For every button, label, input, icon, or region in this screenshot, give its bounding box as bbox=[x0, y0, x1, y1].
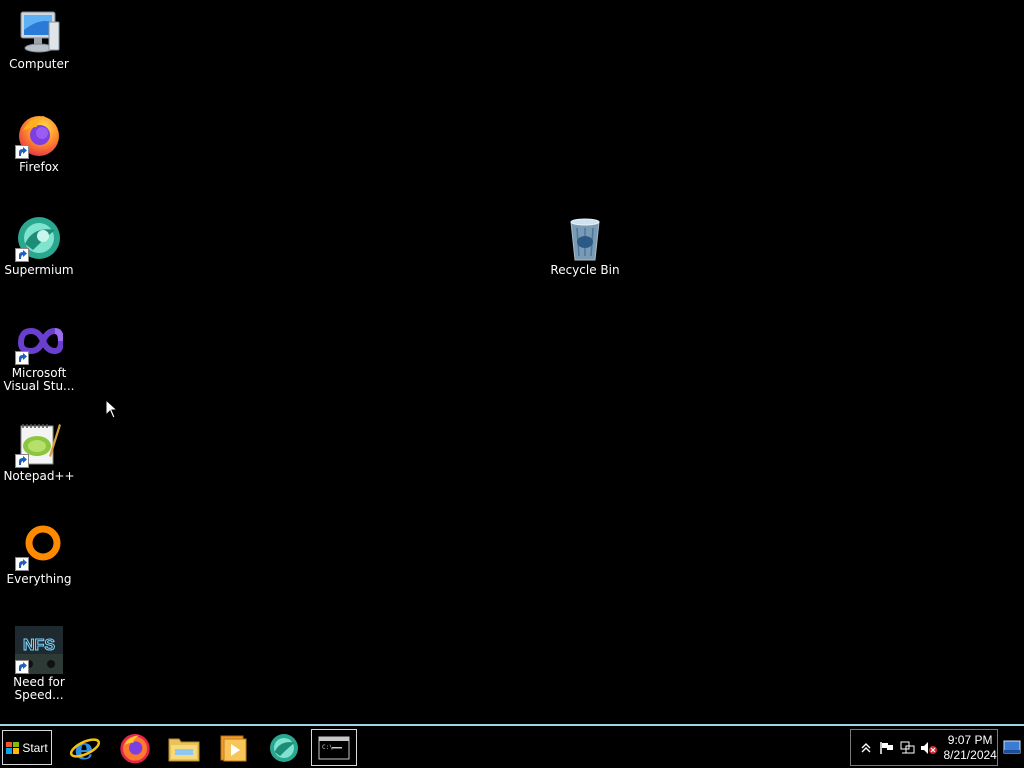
shortcut-arrow-icon bbox=[15, 248, 29, 262]
taskbar-command-prompt[interactable]: C:\ bbox=[311, 729, 357, 766]
supermium-icon bbox=[270, 733, 298, 762]
desktop-icon-label: Notepad++ bbox=[3, 469, 75, 483]
taskbar-file-explorer[interactable] bbox=[161, 729, 207, 766]
file-explorer-icon bbox=[168, 738, 200, 761]
taskbar-supermium[interactable] bbox=[261, 729, 307, 766]
windows-logo-icon bbox=[6, 741, 20, 754]
taskbar: Start e C:\ 9:07 PM 8/21/2024 bbox=[0, 724, 1024, 768]
command-prompt-icon: C:\ bbox=[318, 736, 350, 759]
shortcut-arrow-icon bbox=[15, 145, 29, 159]
mouse-cursor-icon bbox=[105, 398, 119, 423]
internet-explorer-icon: e bbox=[69, 732, 101, 764]
desktop-icon-firefox[interactable]: Firefox bbox=[1, 111, 77, 174]
desktop-icon-label: Supermium bbox=[4, 263, 74, 277]
shortcut-arrow-icon bbox=[15, 351, 29, 365]
action-center-flag-icon[interactable] bbox=[876, 738, 897, 758]
shortcut-arrow-icon bbox=[15, 557, 29, 571]
desktop-icon-label: Computer bbox=[9, 57, 69, 71]
desktop-icon-visual-studio[interactable]: Microsoft Visual Stu... bbox=[1, 317, 77, 393]
clock[interactable]: 9:07 PM 8/21/2024 bbox=[943, 733, 997, 763]
computer-icon bbox=[15, 8, 63, 56]
volume-muted-icon[interactable] bbox=[918, 738, 939, 758]
desktop-icon-label: Everything bbox=[6, 572, 72, 586]
supermium-icon bbox=[15, 214, 63, 262]
shortcut-arrow-icon bbox=[15, 660, 29, 674]
show-hidden-icons-chevron-icon[interactable] bbox=[855, 738, 876, 758]
desktop-icon-label: Microsoft Visual Stu... bbox=[3, 366, 75, 393]
firefox-icon bbox=[120, 733, 150, 763]
desktop-icon-computer[interactable]: Computer bbox=[1, 8, 77, 71]
desktop-icon-label: Need for Speed... bbox=[13, 675, 65, 702]
taskbar-internet-explorer[interactable]: e bbox=[62, 729, 108, 766]
desktop-icon-label: Firefox bbox=[19, 160, 59, 174]
start-button[interactable]: Start bbox=[2, 730, 52, 765]
taskbar-firefox[interactable] bbox=[112, 729, 158, 766]
desktop-icon-recycle-bin[interactable]: Recycle Bin bbox=[547, 214, 623, 277]
clock-date: 8/21/2024 bbox=[943, 747, 997, 762]
desktop-icon-label: Recycle Bin bbox=[550, 263, 620, 277]
notepad-plus-plus-icon bbox=[15, 420, 63, 468]
clock-time: 9:07 PM bbox=[947, 732, 993, 747]
visual-studio-icon bbox=[15, 317, 65, 365]
svg-text:C:\: C:\ bbox=[322, 744, 333, 751]
firefox-icon bbox=[15, 111, 63, 159]
show-desktop-button[interactable] bbox=[1002, 732, 1022, 762]
desktop-icon-supermium[interactable]: Supermium bbox=[1, 214, 77, 277]
svg-text:NFS: NFS bbox=[23, 637, 55, 654]
show-desktop-icon bbox=[1003, 740, 1021, 754]
desktop-icon-notepad-plus-plus[interactable]: Notepad++ bbox=[1, 420, 77, 483]
network-icon[interactable] bbox=[897, 738, 918, 758]
recycle-bin-icon bbox=[561, 214, 609, 262]
desktop-icon-need-for-speed[interactable]: NFS Need for Speed... bbox=[1, 626, 77, 702]
system-tray: 9:07 PM 8/21/2024 bbox=[850, 729, 998, 766]
desktop[interactable]: Computer Firefox Supermium Microsoft Vis… bbox=[0, 0, 1024, 724]
shortcut-arrow-icon bbox=[15, 454, 29, 468]
svg-text:e: e bbox=[74, 732, 93, 764]
start-label: Start bbox=[22, 740, 48, 755]
need-for-speed-icon: NFS bbox=[15, 626, 63, 674]
desktop-icon-everything[interactable]: Everything bbox=[1, 523, 77, 586]
media-player-icon bbox=[220, 735, 247, 761]
everything-icon bbox=[15, 523, 63, 571]
taskbar-media-player[interactable] bbox=[210, 729, 256, 766]
